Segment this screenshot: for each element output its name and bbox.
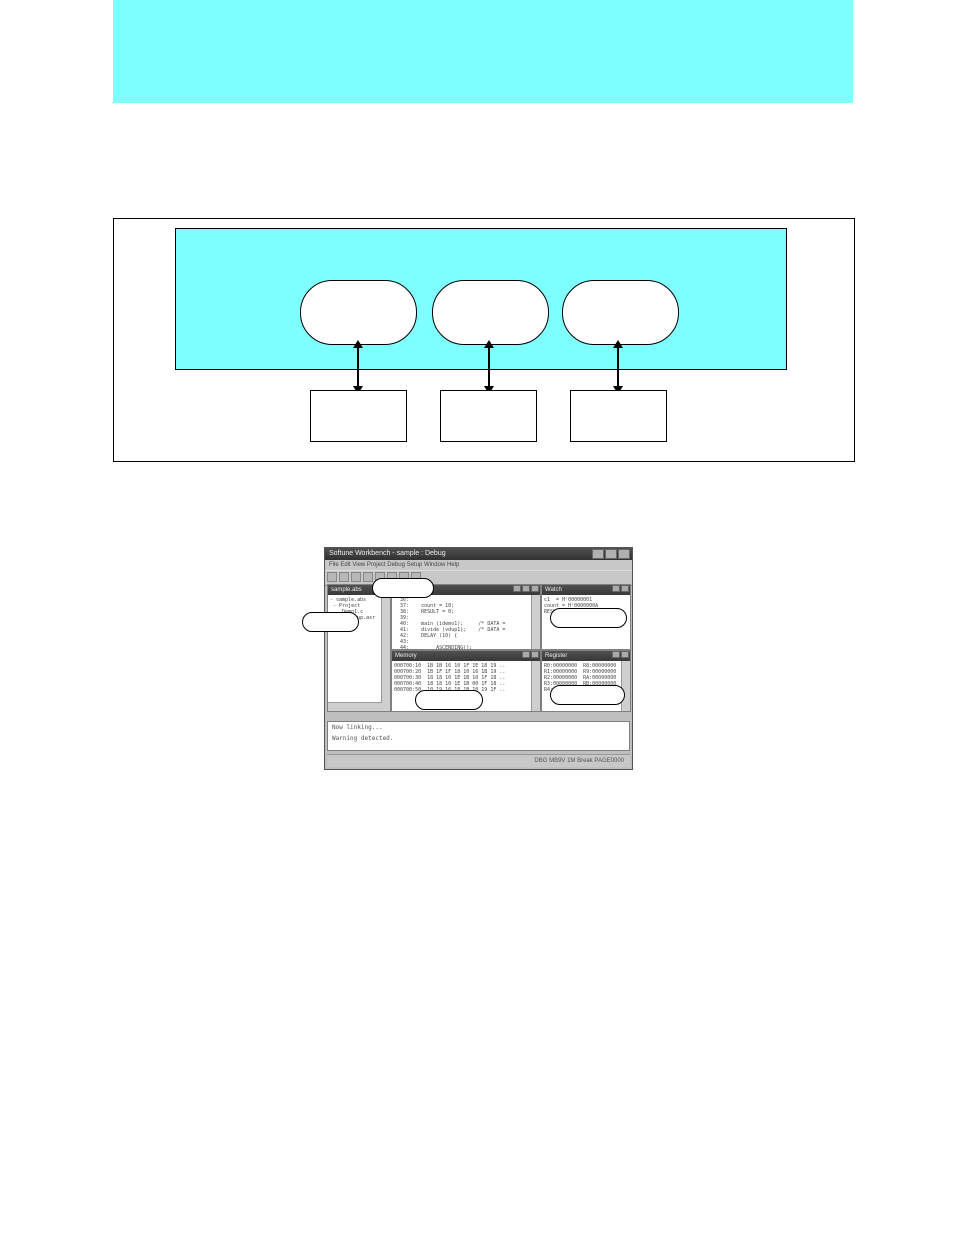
window-title: Softune Workbench - sample : Debug (329, 548, 446, 560)
watch-panel-header[interactable]: Watch (542, 585, 630, 595)
scrollbar[interactable] (531, 595, 540, 649)
debugger-window: Softune Workbench - sample : Debug File … (324, 547, 633, 770)
top-banner (113, 0, 853, 103)
scrollbar[interactable] (381, 595, 390, 711)
callout-memory (415, 690, 483, 710)
scrollbar[interactable] (621, 661, 630, 711)
toolbar-button[interactable] (351, 572, 361, 582)
menu-bar[interactable]: File Edit View Project Debug Setup Windo… (325, 560, 632, 570)
register-panel-header[interactable]: Register (542, 651, 630, 661)
diagram-rect-3 (570, 390, 667, 442)
diagram-arrow-3 (617, 346, 619, 388)
diagram-arrow-1 (357, 346, 359, 388)
callout-register (550, 685, 625, 705)
panel-minimize-icon[interactable] (612, 651, 620, 658)
memory-panel-header[interactable]: Memory (392, 651, 540, 661)
maximize-icon[interactable] (605, 549, 617, 559)
diagram-arrow-2 (488, 346, 490, 388)
toolbar-button[interactable] (327, 572, 337, 582)
scrollbar[interactable] (531, 661, 540, 711)
diagram-oval-3 (562, 280, 679, 345)
diagram-rect-2 (440, 390, 537, 442)
panel-maximize-icon[interactable] (522, 585, 530, 592)
project-panel: sample.abs - sample.abs - Project Demo1.… (327, 584, 391, 712)
callout-left (302, 612, 359, 632)
output-line: Now linking... (332, 724, 625, 731)
panel-minimize-icon[interactable] (522, 651, 530, 658)
output-line: Warning detected. (332, 735, 625, 742)
close-icon[interactable] (618, 549, 630, 559)
scrollbar[interactable] (328, 702, 382, 711)
toolbar-button[interactable] (339, 572, 349, 582)
project-panel-title: sample.abs (331, 585, 362, 595)
output-panel[interactable]: Now linking... Warning detected. (327, 721, 630, 751)
register-panel-title: Register (545, 651, 567, 661)
toolbar-button[interactable] (363, 572, 373, 582)
panel-close-icon[interactable] (531, 651, 539, 658)
diagram-oval-2 (432, 280, 549, 345)
source-code[interactable]: 36: 37: count = 10; 38: RESULT = 0; 39: … (392, 595, 540, 650)
diagram-oval-1 (300, 280, 417, 345)
minimize-icon[interactable] (592, 549, 604, 559)
panel-minimize-icon[interactable] (612, 585, 620, 592)
panel-close-icon[interactable] (621, 585, 629, 592)
window-titlebar[interactable]: Softune Workbench - sample : Debug (325, 548, 632, 560)
memory-panel-title: Memory (395, 651, 417, 661)
diagram-rect-1 (310, 390, 407, 442)
callout-watch (550, 608, 627, 628)
panel-close-icon[interactable] (531, 585, 539, 592)
panel-minimize-icon[interactable] (513, 585, 521, 592)
watch-panel-title: Watch (545, 585, 562, 595)
status-bar: DBG MB9V 1M Break PAGE0000 (327, 754, 630, 767)
callout-code (372, 578, 434, 598)
panel-close-icon[interactable] (621, 651, 629, 658)
